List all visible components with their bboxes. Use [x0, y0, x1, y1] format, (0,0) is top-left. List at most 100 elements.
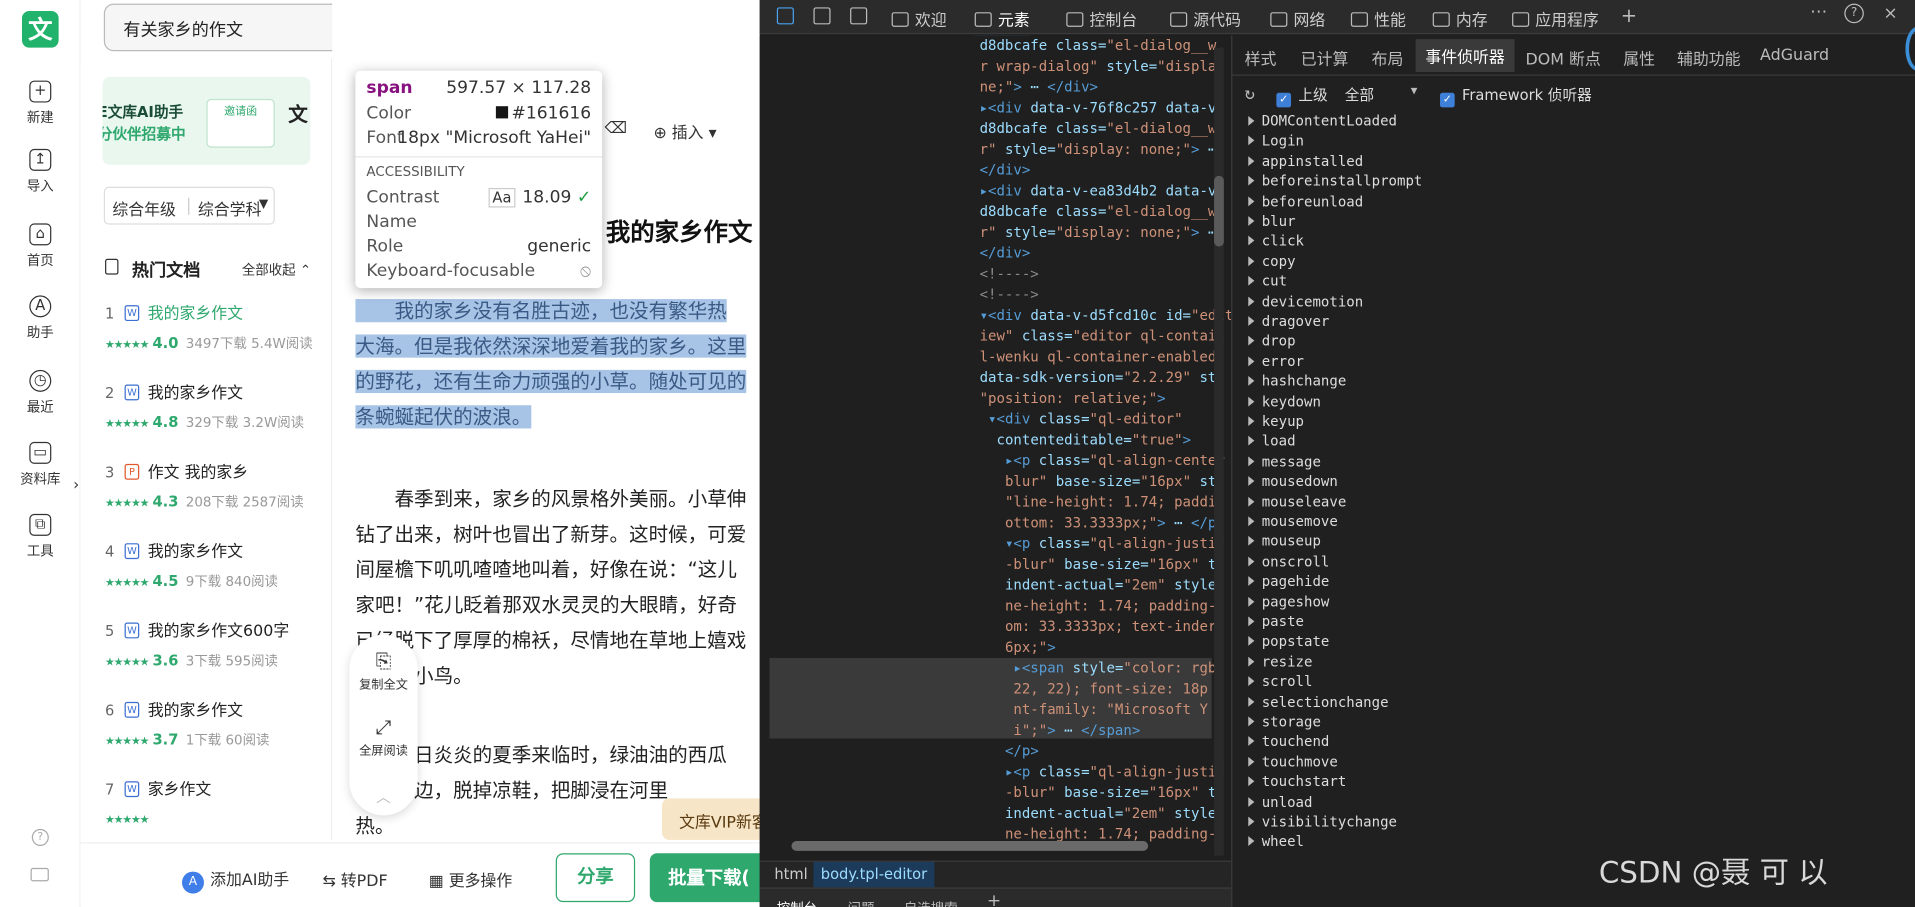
ancestors-checkbox[interactable]: ✓ 上级	[1276, 84, 1328, 108]
close-icon[interactable]: ×	[1883, 4, 1897, 24]
inspect-icon[interactable]	[776, 7, 794, 25]
rail-library[interactable]: ▭ 资料库	[0, 441, 81, 488]
event-listener-item[interactable]: appinstalled	[1248, 152, 1363, 169]
event-listener-item[interactable]: visibilitychange	[1248, 813, 1397, 830]
app-logo[interactable]: 文	[21, 10, 59, 48]
batch-download-button[interactable]: 批量下载(	[649, 853, 772, 903]
event-listener-item[interactable]: message	[1248, 453, 1321, 470]
pane-tab[interactable]: DOM 断点	[1526, 46, 1601, 69]
vip-badge[interactable]: 文库VIP新客	[661, 798, 760, 840]
event-listener-item[interactable]: mousedown	[1248, 473, 1338, 490]
rail-home[interactable]: ⌂ 首页	[0, 223, 81, 269]
document-sidebar: E文库AI助手 分伙伴招募中 邀请函 文 综合年级 综合学科 ▼ 热门文档 全部…	[80, 58, 333, 840]
devtools-tab[interactable]: 源代码	[1170, 7, 1241, 31]
fullscreen-button[interactable]: ⤢ 全屏阅读	[349, 715, 417, 758]
device-toggle-icon[interactable]	[813, 7, 831, 25]
pane-tab[interactable]: 已计算	[1301, 46, 1349, 69]
event-listener-item[interactable]: cut	[1248, 272, 1287, 290]
event-listener-item[interactable]: pagehide	[1248, 573, 1329, 590]
add-ai-button[interactable]: A 添加AI助手	[181, 867, 289, 894]
event-listener-item[interactable]: mouseup	[1248, 533, 1321, 550]
devtools-tab[interactable]: 性能	[1350, 7, 1406, 31]
event-listener-item[interactable]: dragover	[1248, 312, 1329, 330]
rail-assistant[interactable]: A 助手	[0, 295, 81, 341]
devtools-tab[interactable]: 网络	[1270, 7, 1325, 31]
event-listener-item[interactable]: mousemove	[1248, 513, 1338, 530]
paragraph-line: 我的家乡没有名胜古迹，也没有繁华热	[355, 299, 727, 323]
dock-icon[interactable]	[850, 7, 868, 25]
devtools-tab[interactable]: 控制台	[1066, 7, 1137, 31]
pane-tab[interactable]: 事件侦听器	[1415, 39, 1515, 73]
devtools-tab[interactable]: 元素	[974, 7, 1030, 38]
event-listener-item[interactable]: keydown	[1248, 393, 1321, 410]
rail-new[interactable]: + 新建	[0, 80, 81, 127]
dropdown-icon[interactable]: ▼	[1411, 85, 1418, 97]
event-listener-item[interactable]: load	[1248, 433, 1296, 450]
to-pdf-button[interactable]: ⇆ 转PDF	[322, 868, 387, 891]
device-icon[interactable]	[30, 867, 49, 882]
event-listener-item[interactable]: popstate	[1248, 633, 1329, 650]
event-listener-item[interactable]: Login	[1248, 132, 1304, 149]
horizontal-scrollbar[interactable]	[791, 841, 1149, 851]
event-listener-item[interactable]: hashchange	[1248, 373, 1346, 390]
event-listener-item[interactable]: mouseleave	[1248, 493, 1346, 510]
more-icon[interactable]: ⋯	[1810, 2, 1827, 22]
event-listener-item[interactable]: wheel	[1248, 833, 1304, 850]
search-input[interactable]: 有关家乡的作文	[123, 17, 243, 41]
add-drawer-icon[interactable]: +	[987, 891, 1001, 907]
help-icon[interactable]: ?	[1844, 3, 1864, 24]
framework-checkbox[interactable]: ✓ Framework 侦听器	[1440, 84, 1592, 108]
devtools-tab[interactable]: 应用程序	[1512, 7, 1599, 31]
copy-all-button[interactable]: ⎘ 复制全文	[349, 649, 417, 692]
event-listener-item[interactable]: error	[1248, 353, 1304, 370]
event-listener-item[interactable]: paste	[1248, 613, 1304, 630]
share-button[interactable]: 分享	[555, 853, 636, 903]
pane-tab[interactable]: 属性	[1623, 46, 1655, 69]
event-listener-item[interactable]: touchstart	[1248, 773, 1346, 790]
event-listener-item[interactable]: DOMContentLoaded	[1248, 112, 1397, 129]
rail-import[interactable]: ↥ 导入	[0, 148, 81, 195]
doc-rank: 3	[105, 463, 115, 481]
devtools-tab[interactable]: 欢迎	[891, 7, 947, 31]
event-listener-item[interactable]: keyup	[1248, 413, 1304, 430]
pane-tabs: 样式 已计算 布局 事件侦听器 DOM 断点 属性 辅助功能 AdGuard	[1232, 35, 1915, 76]
rail-recent[interactable]: ◷ 最近	[0, 369, 81, 416]
devtools-tab[interactable]: 内存	[1432, 7, 1488, 31]
event-listener-item[interactable]: blur	[1248, 212, 1296, 229]
event-listener-item[interactable]: touchmove	[1248, 753, 1338, 770]
pane-tab[interactable]: 辅助功能	[1677, 46, 1741, 69]
event-listener-item[interactable]: storage	[1248, 713, 1321, 730]
scroll-up-icon[interactable]: ︿	[349, 786, 417, 807]
filter-select[interactable]: 综合年级 综合学科 ▼	[103, 186, 275, 225]
rail-tools[interactable]: ⧉ 工具	[0, 513, 81, 560]
event-listener-item[interactable]: click	[1248, 232, 1304, 249]
document-title[interactable]: 我的家乡作文	[606, 212, 753, 247]
pane-tab[interactable]: AdGuard	[1760, 46, 1829, 64]
event-listener-item[interactable]: onscroll	[1248, 553, 1329, 570]
event-listener-item[interactable]: beforeunload	[1248, 192, 1363, 209]
event-listener-item[interactable]: copy	[1248, 252, 1296, 270]
promo-banner[interactable]: E文库AI助手 分伙伴招募中 邀请函	[102, 76, 311, 165]
event-listener-item[interactable]: drop	[1248, 333, 1296, 350]
more-actions-button[interactable]: ▦ 更多操作	[429, 868, 513, 891]
vertical-scrollbar[interactable]	[1214, 47, 1224, 856]
pane-tab[interactable]: 样式	[1245, 46, 1277, 69]
refresh-icon[interactable]: ↻	[1245, 84, 1255, 104]
elements-tree[interactable]: d8dbcafe class="el-dialog__w r wrap-dial…	[759, 35, 1232, 861]
event-listener-item[interactable]: devicemotion	[1248, 292, 1363, 310]
event-listener-item[interactable]: pageshow	[1248, 593, 1329, 610]
pane-tab[interactable]: 布局	[1372, 46, 1404, 69]
add-tab-icon[interactable]: +	[1621, 4, 1637, 27]
insert-button[interactable]: ⊕ 插入 ▾	[653, 120, 716, 143]
filter-all[interactable]: 全部	[1345, 84, 1374, 105]
event-listener-item[interactable]: beforeinstallprompt	[1248, 172, 1422, 189]
event-listener-item[interactable]: unload	[1248, 793, 1312, 810]
collapse-all-button[interactable]: 全部收起 ⌃	[242, 260, 311, 280]
help-icon[interactable]: ?	[31, 828, 49, 846]
expand-chevron-icon[interactable]: ›	[73, 476, 79, 493]
event-listener-item[interactable]: resize	[1248, 653, 1312, 670]
eraser-icon[interactable]: ⌫	[605, 120, 627, 138]
event-listener-item[interactable]: scroll	[1248, 673, 1312, 690]
event-listener-item[interactable]: touchend	[1248, 733, 1329, 750]
event-listener-item[interactable]: selectionchange	[1248, 693, 1389, 710]
